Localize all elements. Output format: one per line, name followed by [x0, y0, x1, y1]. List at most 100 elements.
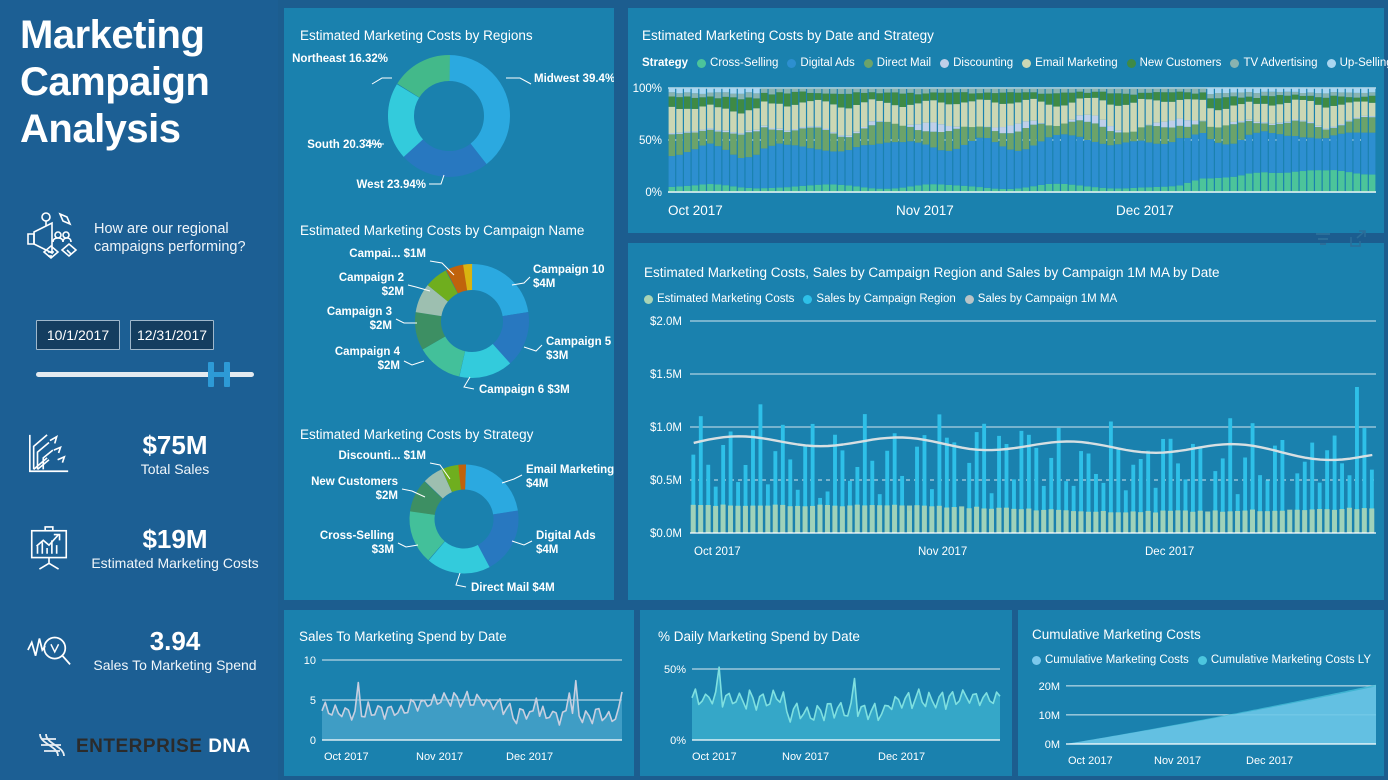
chart-panel-strategy: Estimated Marketing Costs by Strategy Em…: [284, 413, 614, 600]
legend-item-direct-mail[interactable]: Direct Mail: [863, 57, 931, 69]
donut-chart-strategy[interactable]: Email Marketing $4M Digital Ads $4M Direct…: [284, 447, 614, 599]
chart-title-combo: Estimated Marketing Costs, Sales by Camp…: [644, 265, 1220, 280]
xtick-nov: Nov 2017: [896, 203, 954, 218]
legend-item-tv-advertising[interactable]: TV Advertising: [1230, 57, 1318, 69]
logo-bold-text: ENTERPRISE: [76, 736, 203, 757]
sidebar: Marketing Campaign Analysis How are our …: [0, 0, 278, 780]
kpi-label: Total Sales: [140, 460, 210, 477]
slider-handle[interactable]: [208, 362, 230, 387]
svg-text:Nov 2017: Nov 2017: [918, 546, 967, 558]
legend-item-sales-1m-ma[interactable]: Sales by Campaign 1M MA: [964, 293, 1117, 305]
chart-panel-cumulative: Cumulative Marketing Costs Cumulative Ma…: [1018, 610, 1384, 776]
svg-text:Oct 2017: Oct 2017: [692, 751, 737, 763]
legend-item-email-marketing[interactable]: Email Marketing: [1022, 57, 1118, 69]
donut-label-midwest: Midwest 39.4%: [534, 73, 614, 85]
legend-item-sales-by-campaign-region[interactable]: Sales by Campaign Region: [803, 293, 956, 305]
area-chart-daily-spend[interactable]: 0% 50% Oct 2017 Nov 2017 Dec 2017: [640, 644, 1012, 774]
presentation-chart-icon: [14, 525, 84, 571]
legend-item-cumulative-costs[interactable]: Cumulative Marketing Costs: [1032, 654, 1189, 666]
dna-icon: [34, 731, 68, 764]
svg-text:Oct 2017: Oct 2017: [324, 751, 369, 763]
legend-item-estimated-marketing-costs[interactable]: Estimated Marketing Costs: [644, 293, 794, 305]
donut-label-campaign-6: Campaign 6 $3M: [479, 384, 570, 396]
svg-text:Dec 2017: Dec 2017: [506, 751, 553, 763]
donut-label-northeast: Northeast 16.32%: [292, 53, 388, 65]
donut-label-campaign-3: Campaign 3 $2M: [327, 306, 392, 332]
start-date-input[interactable]: 10/1/2017: [36, 320, 120, 350]
chart-title-stacked: Estimated Marketing Costs by Date and St…: [642, 28, 934, 43]
kpi-value: $75M: [142, 429, 208, 460]
combo-chart[interactable]: $0.0M $0.5M $1.0M $1.5M $2.0M Oct 2017 Nov 201…: [628, 311, 1384, 591]
donut-label-campaign-5: Campaign 5 $3M: [546, 336, 612, 362]
donut-label-discounting: Discounti... $1M: [338, 450, 426, 462]
xtick-dec: Dec 2017: [1116, 203, 1174, 218]
legend-combo: Estimated Marketing Costs Sales by Campa…: [644, 293, 1117, 305]
stacked-column-chart[interactable]: 0% 50% 100%: [628, 80, 1384, 220]
xtick-oct: Oct 2017: [668, 203, 723, 218]
visual-toolbar: [1314, 229, 1368, 249]
date-slicer[interactable]: 10/1/2017 12/31/2017: [36, 320, 262, 387]
svg-text:Dec 2017: Dec 2017: [878, 751, 925, 763]
kpi-card-total-sales: $75M Total Sales: [14, 412, 266, 496]
donut-label-digital-ads: Digital Ads $4M: [536, 530, 596, 556]
focus-mode-icon[interactable]: [1348, 229, 1368, 249]
svg-text:$0.5M: $0.5M: [650, 475, 682, 487]
analytics-magnifier-icon: [14, 627, 84, 673]
svg-text:Nov 2017: Nov 2017: [782, 751, 829, 763]
svg-text:Nov 2017: Nov 2017: [416, 751, 463, 763]
svg-text:Oct 2017: Oct 2017: [694, 546, 741, 558]
svg-text:0: 0: [310, 735, 316, 747]
svg-text:20M: 20M: [1039, 681, 1060, 693]
svg-text:0M: 0M: [1045, 739, 1060, 751]
kpi-value: 3.94: [149, 625, 201, 656]
kpi-value: $19M: [142, 523, 208, 554]
filter-icon[interactable]: [1314, 229, 1332, 247]
svg-text:50%: 50%: [664, 664, 686, 676]
chart-title-sales-to-spend: Sales To Marketing Spend by Date: [299, 629, 507, 644]
kpi-card-estimated-marketing-costs: $19M Estimated Marketing Costs: [14, 506, 266, 590]
donut-label-campaign-other: Campai... $1M: [349, 248, 426, 260]
chart-title-campaigns: Estimated Marketing Costs by Campaign Na…: [300, 223, 585, 238]
logo-light-text: DNA: [208, 736, 251, 757]
svg-text:10: 10: [304, 655, 316, 667]
svg-text:10M: 10M: [1039, 710, 1060, 722]
date-range-slider[interactable]: [36, 362, 254, 387]
legend-item-digital-ads[interactable]: Digital Ads: [787, 57, 855, 69]
end-date-input[interactable]: 12/31/2017: [130, 320, 214, 350]
dashboard-page: Marketing Campaign Analysis How are our …: [0, 0, 1388, 780]
svg-text:100%: 100%: [633, 83, 662, 95]
area-chart-sales-to-spend[interactable]: 0 5 10 Oct 2017 Nov 2017 Dec 2017: [284, 644, 634, 774]
donut-label-campaign-10: Campaign 10 $4M: [533, 264, 605, 290]
donut-label-south: South 20.34%: [307, 139, 382, 151]
legend-item-cumulative-costs-ly[interactable]: Cumulative Marketing Costs LY: [1197, 654, 1371, 666]
legend-item-up-selling[interactable]: Up-Selling: [1326, 57, 1388, 69]
svg-text:5: 5: [310, 695, 316, 707]
chart-panel-daily-spend: % Daily Marketing Spend by Date 0% 50% Oct…: [640, 610, 1012, 776]
kpi-label: Sales To Marketing Spend: [93, 656, 257, 673]
legend-cumulative: Cumulative Marketing Costs Cumulative Ma…: [1032, 654, 1371, 666]
question-text: How are our regional campaigns performin…: [94, 221, 246, 255]
enterprise-dna-logo: ENTERPRISE DNA: [34, 728, 264, 766]
svg-text:Dec 2017: Dec 2017: [1246, 755, 1293, 767]
donut-chart-regions[interactable]: Midwest 39.4% Northeast 16.32% South 20.…: [284, 44, 614, 204]
svg-text:$2.0M: $2.0M: [650, 316, 682, 328]
chart-title-cumulative: Cumulative Marketing Costs: [1032, 627, 1201, 642]
page-title: Marketing Campaign Analysis: [20, 13, 210, 151]
kpi-card-sales-to-marketing-spend: 3.94 Sales To Marketing Spend: [14, 608, 266, 692]
svg-text:0%: 0%: [670, 735, 686, 747]
donut-label-campaign-4: Campaign 4 $2M: [335, 346, 401, 372]
donut-label-west: West 23.94%: [357, 179, 426, 191]
chart-title-strategy: Estimated Marketing Costs by Strategy: [300, 427, 534, 442]
donut-label-email-marketing: Email Marketing $4M: [526, 464, 614, 490]
legend-item-discounting[interactable]: Discounting: [940, 57, 1013, 69]
area-chart-cumulative[interactable]: 0M 10M 20M Oct 2017 Nov 2017 Dec 2017: [1018, 672, 1384, 777]
megaphone-marketing-icon: [22, 210, 84, 266]
legend-item-new-customers[interactable]: New Customers: [1126, 57, 1221, 69]
svg-text:50%: 50%: [639, 135, 662, 147]
svg-text:$1.5M: $1.5M: [650, 369, 682, 381]
legend-stacked: Strategy Cross-Selling Digital Ads Direc…: [642, 57, 1388, 69]
legend-title: Strategy: [642, 57, 689, 69]
growth-chart-icon: [14, 431, 84, 477]
legend-item-cross-selling[interactable]: Cross-Selling: [697, 57, 778, 69]
donut-chart-campaigns[interactable]: Campaign 10 $4M Campaign 5 $3M Campaign 6 …: [284, 243, 614, 411]
